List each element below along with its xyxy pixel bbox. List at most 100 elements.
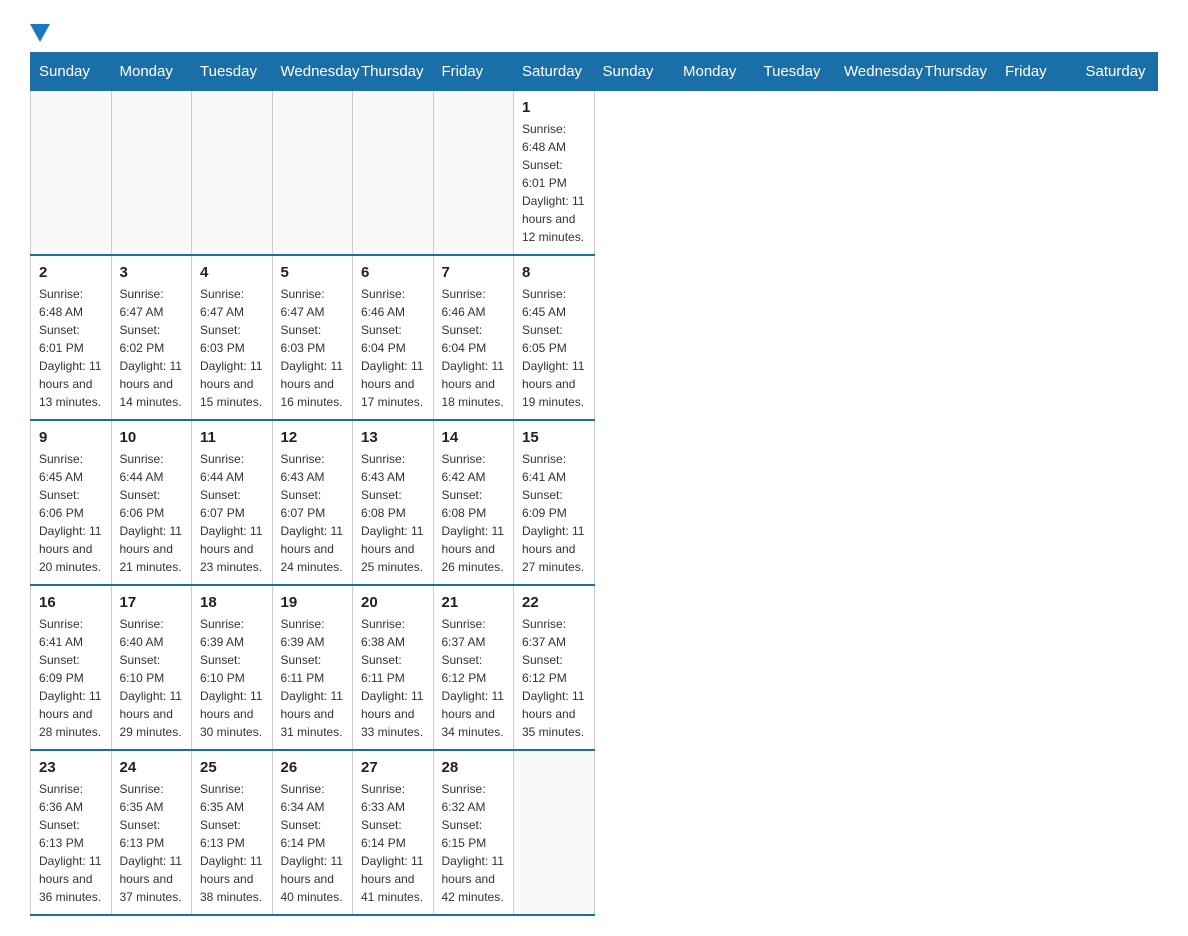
calendar-cell: 25 Sunrise: 6:35 AM Sunset: 6:13 PM Dayli… (192, 750, 273, 915)
calendar-cell (353, 91, 434, 256)
header-wednesday: Wednesday (272, 53, 353, 91)
calendar-cell (111, 91, 192, 256)
calendar-cell: 4 Sunrise: 6:47 AM Sunset: 6:03 PM Daylig… (192, 255, 273, 420)
weekday-header-friday: Friday (997, 53, 1078, 91)
day-info: Sunrise: 6:40 AM Sunset: 6:10 PM Dayligh… (120, 615, 184, 741)
header-saturday: Saturday (514, 53, 595, 91)
day-info: Sunrise: 6:35 AM Sunset: 6:13 PM Dayligh… (120, 780, 184, 906)
calendar-cell (514, 750, 595, 915)
logo (30, 20, 50, 42)
day-info: Sunrise: 6:33 AM Sunset: 6:14 PM Dayligh… (361, 780, 425, 906)
calendar-cell (272, 91, 353, 256)
day-number: 22 (522, 594, 586, 611)
calendar-cell: 7 Sunrise: 6:46 AM Sunset: 6:04 PM Daylig… (433, 255, 514, 420)
day-number: 12 (281, 429, 345, 446)
day-info: Sunrise: 6:42 AM Sunset: 6:08 PM Dayligh… (442, 450, 506, 576)
calendar-cell (31, 91, 112, 256)
day-info: Sunrise: 6:48 AM Sunset: 6:01 PM Dayligh… (522, 120, 586, 246)
weekday-header-sunday: Sunday (594, 53, 675, 91)
day-info: Sunrise: 6:47 AM Sunset: 6:03 PM Dayligh… (200, 285, 264, 411)
day-info: Sunrise: 6:46 AM Sunset: 6:04 PM Dayligh… (442, 285, 506, 411)
day-info: Sunrise: 6:41 AM Sunset: 6:09 PM Dayligh… (522, 450, 586, 576)
weekday-header-thursday: Thursday (916, 53, 997, 91)
day-info: Sunrise: 6:37 AM Sunset: 6:12 PM Dayligh… (522, 615, 586, 741)
day-number: 25 (200, 759, 264, 776)
day-number: 17 (120, 594, 184, 611)
calendar-cell: 16Sunrise: 6:41 AM Sunset: 6:09 PM Dayli… (31, 585, 112, 750)
day-number: 24 (120, 759, 184, 776)
week-row-4: 16Sunrise: 6:41 AM Sunset: 6:09 PM Dayli… (31, 585, 1158, 750)
week-row-3: 9Sunrise: 6:45 AM Sunset: 6:06 PM Daylig… (31, 420, 1158, 585)
calendar-cell: 18Sunrise: 6:39 AM Sunset: 6:10 PM Dayli… (192, 585, 273, 750)
calendar-cell: 10 Sunrise: 6:44 AM Sunset: 6:06 PM Dayli… (111, 420, 192, 585)
calendar-header-row: SundayMondayTuesdayWednesdayThursdayFrid… (31, 53, 1158, 91)
calendar-cell: 19 Sunrise: 6:39 AM Sunset: 6:11 PM Dayli… (272, 585, 353, 750)
day-info: Sunrise: 6:43 AM Sunset: 6:08 PM Dayligh… (361, 450, 425, 576)
calendar-cell: 23 Sunrise: 6:36 AM Sunset: 6:13 PM Dayli… (31, 750, 112, 915)
calendar-cell: 13 Sunrise: 6:43 AM Sunset: 6:08 PM Dayli… (353, 420, 434, 585)
calendar-cell: 24 Sunrise: 6:35 AM Sunset: 6:13 PM Dayli… (111, 750, 192, 915)
day-number: 28 (442, 759, 506, 776)
calendar-cell: 21 Sunrise: 6:37 AM Sunset: 6:12 PM Dayli… (433, 585, 514, 750)
logo-triangle-icon (30, 24, 50, 42)
day-info: Sunrise: 6:36 AM Sunset: 6:13 PM Dayligh… (39, 780, 103, 906)
day-info: Sunrise: 6:39 AM Sunset: 6:11 PM Dayligh… (281, 615, 345, 741)
day-number: 18 (200, 594, 264, 611)
day-number: 13 (361, 429, 425, 446)
calendar-cell: 1 Sunrise: 6:48 AM Sunset: 6:01 PM Daylig… (514, 91, 595, 256)
day-number: 7 (442, 264, 506, 281)
day-number: 10 (120, 429, 184, 446)
header-friday: Friday (433, 53, 514, 91)
day-number: 21 (442, 594, 506, 611)
calendar-cell: 12 Sunrise: 6:43 AM Sunset: 6:07 PM Dayli… (272, 420, 353, 585)
day-info: Sunrise: 6:47 AM Sunset: 6:03 PM Dayligh… (281, 285, 345, 411)
day-info: Sunrise: 6:43 AM Sunset: 6:07 PM Dayligh… (281, 450, 345, 576)
week-row-2: 2Sunrise: 6:48 AM Sunset: 6:01 PM Daylig… (31, 255, 1158, 420)
day-number: 2 (39, 264, 103, 281)
day-number: 26 (281, 759, 345, 776)
week-row-5: 23 Sunrise: 6:36 AM Sunset: 6:13 PM Dayli… (31, 750, 1158, 915)
calendar-cell: 22 Sunrise: 6:37 AM Sunset: 6:12 PM Dayli… (514, 585, 595, 750)
header-thursday: Thursday (353, 53, 434, 91)
calendar-cell: 14 Sunrise: 6:42 AM Sunset: 6:08 PM Dayli… (433, 420, 514, 585)
header-sunday: Sunday (31, 53, 112, 91)
weekday-header-monday: Monday (675, 53, 756, 91)
day-number: 11 (200, 429, 264, 446)
day-number: 14 (442, 429, 506, 446)
header-tuesday: Tuesday (192, 53, 273, 91)
day-info: Sunrise: 6:47 AM Sunset: 6:02 PM Dayligh… (120, 285, 184, 411)
day-number: 3 (120, 264, 184, 281)
day-info: Sunrise: 6:45 AM Sunset: 6:05 PM Dayligh… (522, 285, 586, 411)
day-info: Sunrise: 6:34 AM Sunset: 6:14 PM Dayligh… (281, 780, 345, 906)
calendar-cell: 15 Sunrise: 6:41 AM Sunset: 6:09 PM Dayli… (514, 420, 595, 585)
calendar-cell (433, 91, 514, 256)
page-header (30, 20, 1158, 42)
calendar-cell: 17 Sunrise: 6:40 AM Sunset: 6:10 PM Dayli… (111, 585, 192, 750)
weekday-header-saturday: Saturday (1077, 53, 1158, 91)
day-number: 6 (361, 264, 425, 281)
calendar-cell: 8 Sunrise: 6:45 AM Sunset: 6:05 PM Daylig… (514, 255, 595, 420)
calendar-cell: 26 Sunrise: 6:34 AM Sunset: 6:14 PM Dayli… (272, 750, 353, 915)
day-number: 8 (522, 264, 586, 281)
weekday-header-tuesday: Tuesday (755, 53, 836, 91)
day-info: Sunrise: 6:44 AM Sunset: 6:06 PM Dayligh… (120, 450, 184, 576)
day-number: 4 (200, 264, 264, 281)
calendar-cell: 6Sunrise: 6:46 AM Sunset: 6:04 PM Daylig… (353, 255, 434, 420)
day-number: 20 (361, 594, 425, 611)
calendar-cell: 9Sunrise: 6:45 AM Sunset: 6:06 PM Daylig… (31, 420, 112, 585)
calendar-table: SundayMondayTuesdayWednesdayThursdayFrid… (30, 52, 1158, 916)
day-info: Sunrise: 6:35 AM Sunset: 6:13 PM Dayligh… (200, 780, 264, 906)
day-number: 1 (522, 99, 586, 116)
day-number: 9 (39, 429, 103, 446)
day-info: Sunrise: 6:44 AM Sunset: 6:07 PM Dayligh… (200, 450, 264, 576)
day-info: Sunrise: 6:37 AM Sunset: 6:12 PM Dayligh… (442, 615, 506, 741)
day-number: 19 (281, 594, 345, 611)
header-monday: Monday (111, 53, 192, 91)
day-info: Sunrise: 6:38 AM Sunset: 6:11 PM Dayligh… (361, 615, 425, 741)
calendar-cell: 11 Sunrise: 6:44 AM Sunset: 6:07 PM Dayli… (192, 420, 273, 585)
calendar-cell (192, 91, 273, 256)
day-number: 5 (281, 264, 345, 281)
day-number: 23 (39, 759, 103, 776)
day-number: 15 (522, 429, 586, 446)
day-info: Sunrise: 6:41 AM Sunset: 6:09 PM Dayligh… (39, 615, 103, 741)
